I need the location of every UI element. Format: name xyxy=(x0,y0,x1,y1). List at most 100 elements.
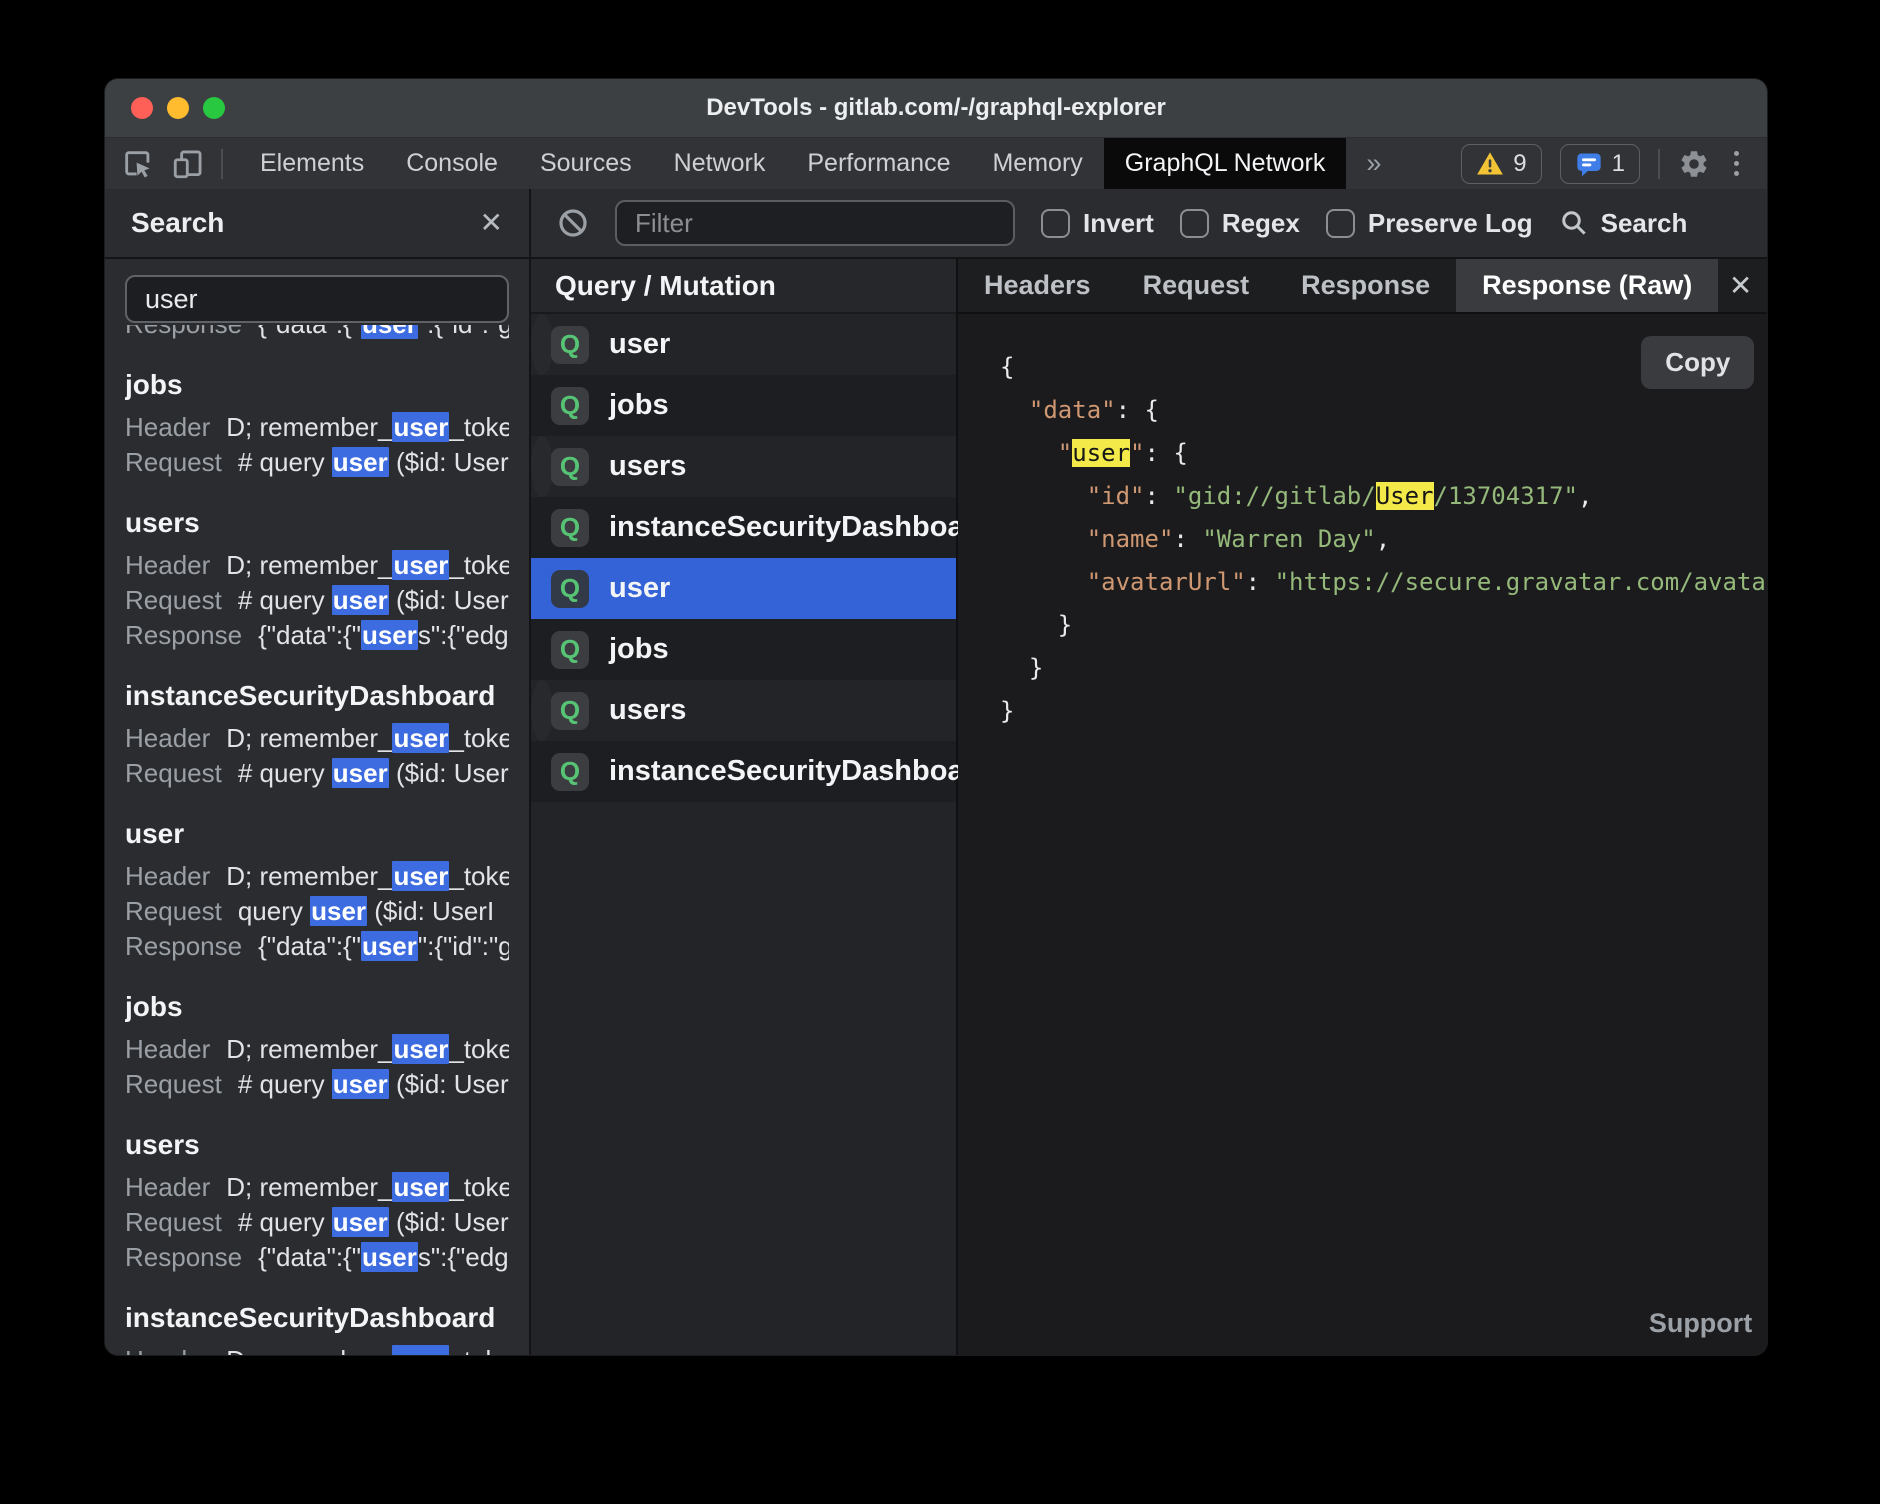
result-line-value: D; remember_user_token=e xyxy=(226,412,509,442)
devtools-tab-strip: ElementsConsoleSourcesNetworkPerformance… xyxy=(105,137,1767,189)
result-line-label: Request xyxy=(125,896,222,926)
detail-tab-request[interactable]: Request xyxy=(1117,259,1276,312)
search-result-line[interactable]: Requestquery user ($id: UserI xyxy=(125,894,509,929)
detail-tab-response-raw-[interactable]: Response (Raw) xyxy=(1456,259,1718,312)
code-line: "id": "gid://gitlab/User/13704317", xyxy=(1000,475,1768,518)
query-row-user[interactable]: Quser xyxy=(531,558,956,619)
result-text: ":{"id":"gi xyxy=(418,325,509,339)
invert-checkbox-group[interactable]: Invert xyxy=(1041,208,1154,239)
code-line: } xyxy=(1000,647,1768,690)
result-text: ":{"id":"gi xyxy=(418,931,509,961)
detail-tab-response[interactable]: Response xyxy=(1275,259,1456,312)
code-token: "avatarUrl" xyxy=(1087,568,1246,596)
tab-elements[interactable]: Elements xyxy=(239,138,385,189)
search-match-highlight: user xyxy=(392,550,449,580)
search-results: Response{"data":{"user":{"id":"gijobsHea… xyxy=(105,325,529,1355)
query-row-instanceSecurityDashboard[interactable]: QinstanceSecurityDashboard xyxy=(531,497,956,558)
more-tabs-button[interactable]: » xyxy=(1346,138,1401,189)
search-input[interactable] xyxy=(125,275,509,323)
search-result-line[interactable]: HeaderD; remember_user_token=e xyxy=(125,1343,509,1355)
result-line-value: D; remember_user_token=e xyxy=(226,861,509,891)
issues-badge[interactable]: 1 xyxy=(1560,144,1640,184)
search-result-operation[interactable]: jobs xyxy=(125,991,509,1023)
copy-button[interactable]: Copy xyxy=(1641,336,1754,389)
result-text: {"data":{" xyxy=(258,620,361,650)
result-line-label: Response xyxy=(125,620,242,650)
search-result-section: user HeaderD; remember_user_token=eReques… xyxy=(125,818,509,964)
search-result-line[interactable]: Request# query user ($id: UserI xyxy=(125,756,509,791)
filter-input[interactable] xyxy=(615,200,1015,246)
toolbar-search-button[interactable]: Search xyxy=(1559,208,1688,239)
search-result-line[interactable]: Response{"data":{"user":{"id":"gi xyxy=(125,325,509,342)
regex-checkbox-group[interactable]: Regex xyxy=(1180,208,1300,239)
detail-tab-headers[interactable]: Headers xyxy=(958,259,1117,312)
query-row-jobs[interactable]: Qjobs xyxy=(531,619,956,680)
search-result-section: users HeaderD; remember_user_token=eReque… xyxy=(125,507,509,653)
query-row-users[interactable]: Qusers xyxy=(531,680,553,741)
result-line-value: {"data":{"users":{"edges xyxy=(258,620,509,650)
inspect-element-icon[interactable] xyxy=(121,147,155,181)
search-result-line[interactable]: Request# query user ($id: UserI xyxy=(125,583,509,618)
support-link[interactable]: Support xyxy=(1649,1308,1752,1339)
query-mutation-header: Query / Mutation xyxy=(531,259,956,314)
result-text: ($id: UserI xyxy=(367,896,494,926)
kebab-menu-icon[interactable] xyxy=(1728,151,1745,176)
result-line-value: D; remember_user_token=e xyxy=(226,1034,509,1064)
titlebar: DevTools - gitlab.com/-/graphql-explorer xyxy=(105,79,1767,137)
search-result-line[interactable]: HeaderD; remember_user_token=e xyxy=(125,1170,509,1205)
result-text: ($id: UserI xyxy=(389,585,509,615)
query-type-badge: Q xyxy=(551,448,589,486)
search-result-operation[interactable]: users xyxy=(125,507,509,539)
tab-console[interactable]: Console xyxy=(385,138,519,189)
search-result-line[interactable]: HeaderD; remember_user_token=e xyxy=(125,721,509,756)
search-result-line[interactable]: Request# query user ($id: UserI xyxy=(125,1205,509,1240)
search-panel-close-icon[interactable]: ✕ xyxy=(480,209,503,237)
tab-performance[interactable]: Performance xyxy=(786,138,971,189)
regex-checkbox[interactable] xyxy=(1180,209,1209,238)
search-result-line[interactable]: Request# query user ($id: UserI xyxy=(125,445,509,480)
tab-memory[interactable]: Memory xyxy=(971,138,1103,189)
code-token: } xyxy=(1000,697,1014,725)
query-row-label: jobs xyxy=(609,633,669,666)
tab-graphql-network[interactable]: GraphQL Network xyxy=(1104,138,1347,189)
search-result-line[interactable]: Request# query user ($id: UserI xyxy=(125,1067,509,1102)
search-result-line[interactable]: Response{"data":{"user":{"id":"gi xyxy=(125,929,509,964)
detail-close-icon[interactable]: ✕ xyxy=(1729,259,1768,312)
search-match-highlight: user xyxy=(392,1034,449,1064)
query-row-jobs[interactable]: Qjobs xyxy=(531,375,956,436)
search-result-line[interactable]: HeaderD; remember_user_token=e xyxy=(125,859,509,894)
device-toolbar-icon[interactable] xyxy=(171,147,205,181)
search-result-line[interactable]: Response {"data":{"users":{"edges xyxy=(125,618,509,653)
query-row-user[interactable]: Quser xyxy=(531,314,553,375)
code-token: "Warren Day" xyxy=(1202,525,1375,553)
search-result-operation[interactable]: instanceSecurityDashboard xyxy=(125,1302,509,1334)
settings-gear-icon[interactable] xyxy=(1678,148,1710,180)
query-row-instanceSecurityDashboard[interactable]: QinstanceSecurityDashboard xyxy=(531,741,956,802)
search-panel: Response{"data":{"user":{"id":"gijobsHea… xyxy=(105,259,531,1355)
search-result-line[interactable]: HeaderD; remember_user_token=e xyxy=(125,1032,509,1067)
result-text: D; remember_ xyxy=(226,550,392,580)
result-line-value: {"data":{"users":{"edges xyxy=(258,1242,509,1272)
preserve-log-checkbox[interactable] xyxy=(1326,209,1355,238)
preserve-log-checkbox-group[interactable]: Preserve Log xyxy=(1326,208,1533,239)
search-result-section: instanceSecurityDashboard HeaderD; rememb… xyxy=(125,680,509,791)
invert-checkbox[interactable] xyxy=(1041,209,1070,238)
search-result-operation[interactable]: users xyxy=(125,1129,509,1161)
code-token: "https://secure.gravatar.com/avatar xyxy=(1275,568,1768,596)
warnings-badge[interactable]: 9 xyxy=(1461,144,1541,184)
result-text: _token=e xyxy=(449,861,509,891)
query-row-users[interactable]: Qusers xyxy=(531,436,553,497)
search-result-line[interactable]: Response{"data":{"users":{"edges xyxy=(125,1240,509,1275)
search-result-line[interactable]: HeaderD; remember_user_token=e xyxy=(125,548,509,583)
tab-network[interactable]: Network xyxy=(653,138,787,189)
search-result-line[interactable]: HeaderD; remember_user_token=e xyxy=(125,410,509,445)
code-token: : xyxy=(1246,568,1275,596)
tab-sources[interactable]: Sources xyxy=(519,138,653,189)
clear-log-icon[interactable] xyxy=(557,207,589,239)
search-result-operation[interactable]: user xyxy=(125,818,509,850)
search-result-operation[interactable]: instanceSecurityDashboard xyxy=(125,680,509,712)
search-match-highlight: user xyxy=(392,1172,449,1202)
search-match-highlight: user xyxy=(361,620,418,650)
code-token: , xyxy=(1376,525,1390,553)
search-result-operation[interactable]: jobs xyxy=(125,369,509,401)
